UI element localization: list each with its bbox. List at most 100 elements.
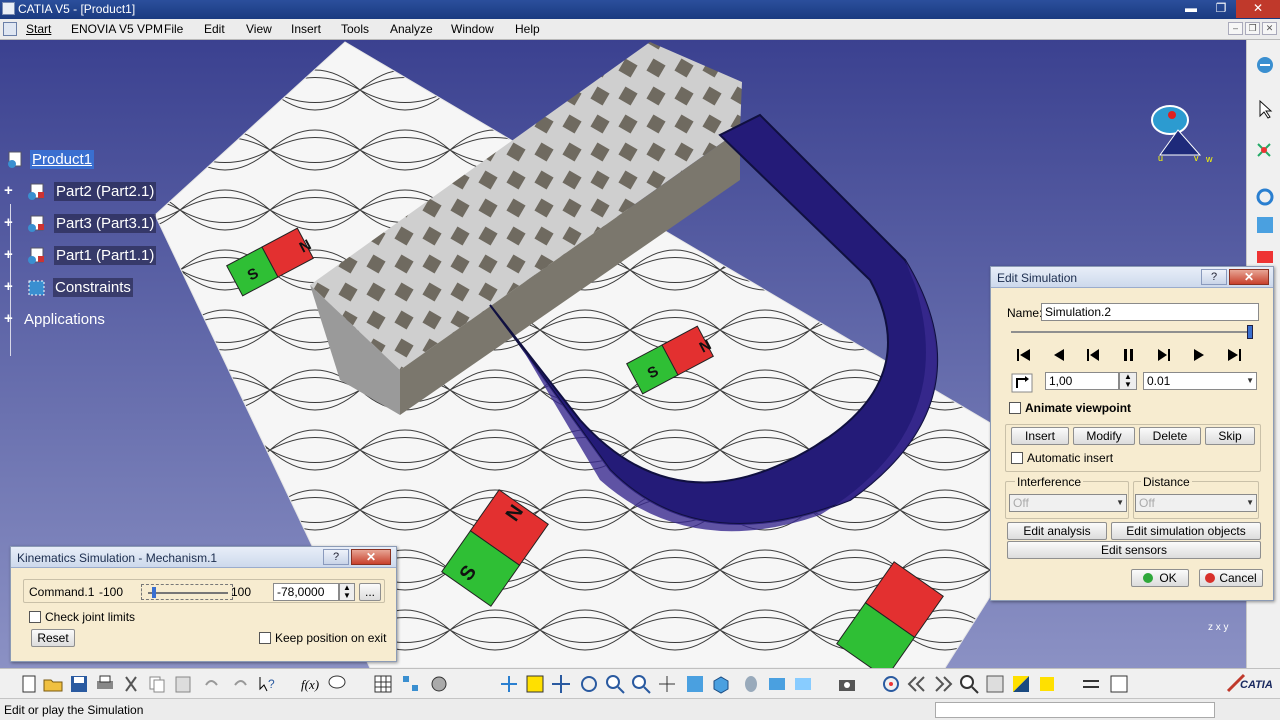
tools-palette-icon[interactable]	[1108, 673, 1130, 695]
save-icon[interactable]	[68, 673, 90, 695]
document-icon[interactable]	[3, 22, 17, 36]
catia-app-icon[interactable]	[2, 2, 15, 15]
jump-to-end-button[interactable]	[1221, 345, 1247, 365]
filter-icon[interactable]	[984, 673, 1006, 695]
hide-show-icon[interactable]	[766, 673, 788, 695]
step-forward-button[interactable]	[1151, 345, 1177, 365]
fly-icon[interactable]	[498, 673, 520, 695]
menu-start[interactable]: Start	[26, 22, 51, 36]
simulation-slider-track[interactable]	[1011, 331, 1251, 333]
dialog-title-bar[interactable]: Kinematics Simulation - Mechanism.1 ? ✕	[11, 547, 396, 568]
zoom-in-icon[interactable]	[604, 673, 626, 695]
target-icon[interactable]	[880, 673, 902, 695]
swap-arrows-icon[interactable]	[1080, 673, 1102, 695]
command-value-field[interactable]: -78,0000	[273, 583, 339, 601]
edit-sensors-button[interactable]: Edit sensors	[1007, 541, 1261, 559]
distance-dropdown[interactable]: Off ▼	[1135, 494, 1257, 512]
forward-icon[interactable]	[932, 673, 954, 695]
command-slider[interactable]	[141, 584, 233, 600]
keep-position-checkbox[interactable]	[259, 632, 271, 644]
expand-icon[interactable]: +	[4, 279, 17, 294]
zoom-out-icon[interactable]	[630, 673, 652, 695]
reset-button[interactable]: Reset	[31, 629, 75, 647]
menu-view[interactable]: View	[246, 22, 272, 36]
new-file-icon[interactable]	[18, 673, 40, 695]
step-backward-button[interactable]	[1081, 345, 1107, 365]
simulation-slider-thumb[interactable]	[1247, 325, 1253, 339]
iso-view-icon[interactable]	[710, 673, 732, 695]
expand-icon[interactable]: +	[4, 183, 17, 198]
copy-icon[interactable]	[146, 673, 168, 695]
step-spinner[interactable]: ▲ ▼	[1119, 372, 1137, 390]
expand-icon[interactable]: +	[4, 247, 17, 262]
interval-dropdown[interactable]: 0.01 ▼	[1143, 372, 1257, 390]
select-arrow-icon[interactable]	[1254, 98, 1276, 120]
tree-label-constraints[interactable]: Constraints	[53, 278, 133, 297]
more-button[interactable]: ...	[359, 583, 381, 601]
delete-button[interactable]: Delete	[1139, 427, 1201, 445]
play-backward-button[interactable]	[1046, 345, 1072, 365]
mdi-minimize-button[interactable]: –	[1228, 22, 1243, 35]
formula-icon[interactable]: f(x)	[300, 673, 322, 695]
tree-label-part3[interactable]: Part3 (Part3.1)	[54, 214, 157, 233]
maximize-button[interactable]: ❐	[1206, 0, 1236, 18]
rotate-view-icon[interactable]	[578, 673, 600, 695]
close-button[interactable]: ✕	[1236, 0, 1280, 18]
mdi-restore-button[interactable]: ❐	[1245, 22, 1260, 35]
automatic-insert-checkbox[interactable]	[1011, 452, 1023, 464]
menu-insert[interactable]: Insert	[291, 22, 321, 36]
cut-icon[interactable]	[120, 673, 142, 695]
loop-mode-icon[interactable]	[1011, 373, 1033, 393]
menu-edit[interactable]: Edit	[204, 22, 225, 36]
pan-icon[interactable]	[550, 673, 572, 695]
step-value-field[interactable]: 1,00	[1045, 372, 1119, 390]
rotate-icon[interactable]	[1254, 186, 1276, 208]
tree-label-part2[interactable]: Part2 (Part2.1)	[54, 182, 157, 201]
skip-button[interactable]: Skip	[1205, 427, 1255, 445]
command-input[interactable]	[935, 702, 1215, 718]
modify-button[interactable]: Modify	[1073, 427, 1135, 445]
expand-icon[interactable]: +	[4, 215, 17, 230]
fit-all-icon[interactable]	[524, 673, 546, 695]
jump-to-start-button[interactable]	[1011, 345, 1037, 365]
tree-label-product1[interactable]: Product1	[30, 150, 95, 169]
play-forward-button[interactable]	[1186, 345, 1212, 365]
help-button[interactable]: ?	[323, 549, 349, 565]
check-joint-limits-checkbox[interactable]	[29, 611, 41, 623]
tree-label-part1[interactable]: Part1 (Part1.1)	[54, 246, 157, 265]
redo-icon[interactable]	[230, 673, 252, 695]
undo-icon[interactable]	[200, 673, 222, 695]
workbench-icon[interactable]	[1254, 54, 1276, 76]
multi-view-icon[interactable]	[684, 673, 706, 695]
swap-space-icon[interactable]	[792, 673, 814, 695]
menu-window[interactable]: Window	[451, 22, 494, 36]
insert-button[interactable]: Insert	[1011, 427, 1069, 445]
open-folder-icon[interactable]	[42, 673, 64, 695]
dialog-close-button[interactable]: ✕	[1229, 269, 1269, 285]
animate-viewpoint-checkbox[interactable]	[1009, 402, 1021, 414]
mdi-close-button[interactable]: ✕	[1262, 22, 1277, 35]
shading-icon[interactable]	[1036, 673, 1058, 695]
rewind-icon[interactable]	[906, 673, 928, 695]
ok-button[interactable]: OK	[1131, 569, 1189, 587]
snap-icon[interactable]	[1254, 214, 1276, 236]
edit-simulation-objects-button[interactable]: Edit simulation objects	[1111, 522, 1261, 540]
help-button[interactable]: ?	[1201, 269, 1227, 285]
print-icon[interactable]	[94, 673, 116, 695]
interference-dropdown[interactable]: Off ▼	[1009, 494, 1127, 512]
normal-view-icon[interactable]	[656, 673, 678, 695]
menu-help[interactable]: Help	[515, 22, 540, 36]
menu-file[interactable]: File	[164, 22, 183, 36]
edit-analysis-button[interactable]: Edit analysis	[1007, 522, 1107, 540]
render-style-icon[interactable]	[740, 673, 762, 695]
tree-label-applications[interactable]: Applications	[22, 310, 107, 329]
value-spinner[interactable]: ▲ ▼	[339, 583, 355, 601]
paste-icon[interactable]	[172, 673, 194, 695]
search-icon[interactable]	[958, 673, 980, 695]
cancel-button[interactable]: Cancel	[1199, 569, 1263, 587]
whats-this-icon[interactable]: ?	[256, 673, 278, 695]
minimize-button[interactable]: ▬	[1176, 0, 1206, 18]
light-icon[interactable]	[1010, 673, 1032, 695]
explode-icon[interactable]	[1254, 246, 1276, 268]
expand-icon[interactable]: +	[4, 311, 17, 326]
